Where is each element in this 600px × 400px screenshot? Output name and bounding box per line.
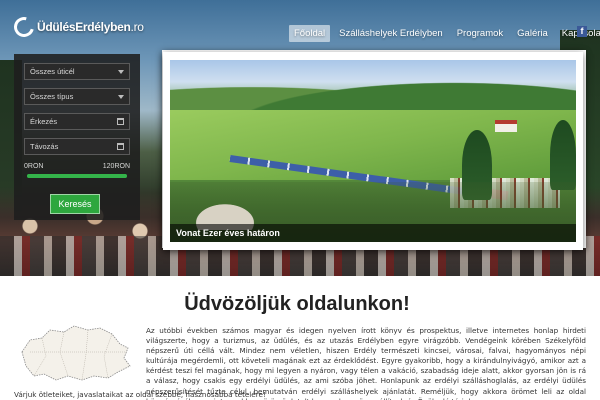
price-range-labels: 0RON 120RON bbox=[24, 163, 130, 170]
chevron-down-icon bbox=[118, 69, 124, 74]
calendar-icon[interactable] bbox=[117, 118, 124, 125]
page-title: Üdvözöljük oldalunkon! bbox=[184, 293, 410, 315]
arrival-date-placeholder: Érkezés bbox=[30, 117, 58, 126]
departure-date-field[interactable]: Távozás bbox=[24, 138, 130, 155]
tree bbox=[550, 120, 576, 190]
slider-photo[interactable] bbox=[170, 60, 576, 242]
nav-item-gallery[interactable]: Galéria bbox=[512, 25, 553, 42]
transylvania-map-icon bbox=[21, 325, 131, 381]
price-range-slider[interactable] bbox=[27, 174, 127, 178]
site-logo[interactable]: ÜdülésErdélyben.ro bbox=[10, 13, 144, 41]
intro-paragraph: Az utóbbi években számos magyar és idege… bbox=[146, 326, 586, 400]
type-select-value: Összes típus bbox=[30, 92, 74, 101]
price-min-label: 0RON bbox=[24, 163, 44, 170]
calendar-icon[interactable] bbox=[117, 143, 124, 150]
destination-select-value: Összes úticél bbox=[30, 67, 75, 76]
price-range-fill bbox=[27, 174, 127, 178]
church-building bbox=[495, 120, 517, 132]
facebook-icon[interactable]: f bbox=[577, 26, 587, 37]
slider-caption: Vonat Ezer éves határon bbox=[170, 224, 576, 242]
logo-text: ÜdülésErdélyben.ro bbox=[37, 20, 144, 34]
nav-item-home[interactable]: Főoldal bbox=[289, 25, 331, 42]
type-select[interactable]: Összes típus bbox=[24, 88, 130, 105]
nav-item-accommodations[interactable]: Szálláshelyek Erdélyben bbox=[334, 25, 448, 42]
chevron-down-icon bbox=[118, 94, 124, 99]
logo-swirl-icon bbox=[10, 13, 38, 41]
destination-select[interactable]: Összes úticél bbox=[24, 63, 130, 80]
main-nav: Főoldal Szálláshelyek Erdélyben Programo… bbox=[289, 25, 600, 42]
nav-item-programs[interactable]: Programok bbox=[452, 25, 508, 42]
price-max-label: 120RON bbox=[102, 163, 130, 170]
arrival-date-field[interactable]: Érkezés bbox=[24, 113, 130, 130]
search-panel: Összes úticél Összes típus Érkezés Távoz… bbox=[14, 54, 140, 220]
search-button[interactable]: Keresés bbox=[50, 194, 100, 214]
departure-date-placeholder: Távozás bbox=[30, 142, 59, 151]
intro-paragraph-tail: Várjuk ötleteiket, javaslataikat az olda… bbox=[14, 390, 266, 399]
